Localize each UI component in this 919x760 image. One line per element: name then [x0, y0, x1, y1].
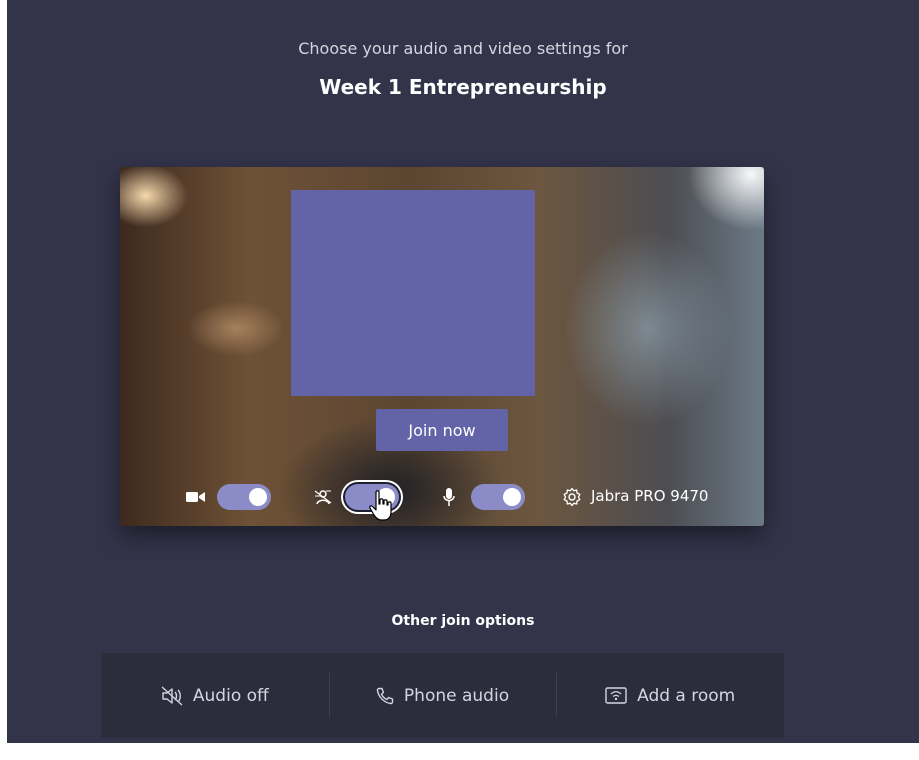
device-controls-bar: Jabra PRO 9470 — [120, 480, 764, 514]
phone-audio-label: Phone audio — [403, 685, 510, 706]
video-camera-icon — [186, 487, 206, 507]
gear-icon[interactable] — [562, 487, 582, 507]
add-room-option[interactable]: Add a room — [556, 653, 784, 738]
add-room-label: Add a room — [637, 685, 736, 706]
phone-audio-option[interactable]: Phone audio — [328, 653, 557, 738]
prejoin-screen: Choose your audio and video settings for… — [7, 0, 919, 743]
audio-device-label[interactable]: Jabra PRO 9470 — [591, 487, 708, 505]
other-join-options: Audio off Phone audio Add a room — [101, 653, 784, 738]
microphone-icon — [439, 487, 459, 507]
join-now-button[interactable]: Join now — [376, 409, 508, 451]
hand-cursor-icon — [369, 490, 392, 521]
speaker-off-icon — [161, 685, 183, 706]
audio-off-option[interactable]: Audio off — [101, 653, 329, 738]
background-blur-icon — [313, 487, 333, 507]
microphone-toggle[interactable] — [471, 484, 525, 510]
camera-toggle[interactable] — [217, 484, 271, 510]
room-cast-icon — [605, 686, 627, 705]
phone-icon — [376, 687, 394, 705]
video-preview: Join now Jabra PRO 9470 — [120, 167, 764, 526]
meeting-title: Week 1 Entrepreneurship — [319, 75, 607, 99]
audio-off-label: Audio off — [192, 685, 269, 706]
avatar-placeholder — [291, 190, 535, 396]
other-join-options-title: Other join options — [391, 613, 535, 629]
prejoin-subtitle: Choose your audio and video settings for — [298, 39, 628, 58]
